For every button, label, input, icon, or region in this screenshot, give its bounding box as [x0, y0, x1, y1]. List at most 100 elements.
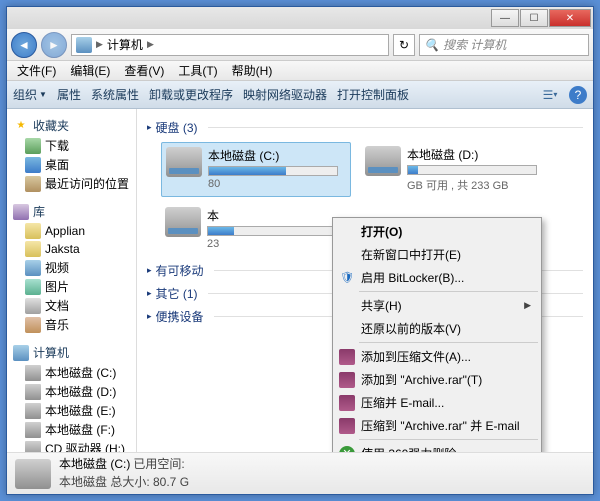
toolbar: 组织▼ 属性 系统属性 卸载或更改程序 映射网络驱动器 打开控制面板 ☰▾ ?: [7, 81, 593, 109]
sidebar-item-cd-drive[interactable]: CD 驱动器 (H:): [11, 439, 132, 452]
address-bar: ◄ ► ▶ 计算机 ▶ ↻ 🔍 搜索 计算机: [7, 29, 593, 61]
folder-icon: [25, 241, 41, 257]
navigation-pane: ★收藏夹 下载 桌面 最近访问的位置 库 Applian Jaksta 视频 图…: [7, 109, 137, 452]
titlebar: — ☐ ✕: [7, 7, 593, 29]
star-icon: ★: [13, 118, 29, 134]
usage-bar: [407, 165, 537, 175]
menu-view[interactable]: 查看(V): [118, 60, 170, 81]
organize-button[interactable]: 组织▼: [13, 86, 47, 103]
archive-icon: [339, 372, 355, 388]
library-icon: [13, 204, 29, 220]
chevron-right-icon: ▶: [147, 39, 154, 50]
pictures-icon: [25, 279, 41, 295]
computer-header[interactable]: 计算机: [11, 342, 132, 363]
sidebar-item-jaksta[interactable]: Jaksta: [11, 240, 132, 258]
ctx-restore[interactable]: 还原以前的版本(V): [335, 317, 539, 340]
breadcrumb-label: 计算机: [107, 36, 143, 53]
refresh-button[interactable]: ↻: [393, 34, 415, 56]
usage-bar: [208, 166, 338, 176]
view-mode-button[interactable]: ☰▾: [541, 86, 559, 104]
drive-free-text: 80: [208, 178, 346, 190]
drive-icon: [25, 384, 41, 400]
computer-icon: [13, 345, 29, 361]
sidebar-item-drive-e[interactable]: 本地磁盘 (E:): [11, 401, 132, 420]
properties-button[interactable]: 属性: [57, 86, 81, 103]
control-panel-button[interactable]: 打开控制面板: [337, 86, 409, 103]
ctx-360-delete[interactable]: ✕使用 360强力删除: [335, 442, 539, 452]
ctx-add-archive[interactable]: 添加到压缩文件(A)...: [335, 345, 539, 368]
sidebar-item-downloads[interactable]: 下载: [11, 136, 132, 155]
drive-icon: [15, 459, 51, 489]
section-hdd[interactable]: ▸硬盘 (3): [147, 119, 583, 136]
explorer-window: — ☐ ✕ ◄ ► ▶ 计算机 ▶ ↻ 🔍 搜索 计算机 文件(F) 编辑(E)…: [6, 6, 594, 495]
ctx-rar-email[interactable]: 压缩到 "Archive.rar" 并 E-mail: [335, 414, 539, 437]
drive-local2[interactable]: 本 23: [161, 203, 351, 254]
back-button[interactable]: ◄: [11, 32, 37, 58]
documents-icon: [25, 298, 41, 314]
folder-icon: [25, 223, 41, 239]
archive-icon: [339, 395, 355, 411]
sidebar-item-pictures[interactable]: 图片: [11, 277, 132, 296]
downloads-icon: [25, 138, 41, 154]
drive-icon: [365, 146, 401, 176]
system-properties-button[interactable]: 系统属性: [91, 86, 139, 103]
close-button[interactable]: ✕: [549, 9, 591, 27]
drive-icon: [25, 422, 41, 438]
breadcrumb[interactable]: ▶ 计算机 ▶: [71, 34, 389, 56]
chevron-right-icon: ▶: [524, 300, 531, 311]
sidebar-item-drive-f[interactable]: 本地磁盘 (F:): [11, 420, 132, 439]
search-placeholder: 搜索 计算机: [443, 36, 506, 53]
ctx-bitlocker[interactable]: 🛡启用 BitLocker(B)...: [335, 266, 539, 289]
ctx-open[interactable]: 打开(O): [335, 220, 539, 243]
sidebar-item-drive-d[interactable]: 本地磁盘 (D:): [11, 382, 132, 401]
sidebar-item-videos[interactable]: 视频: [11, 258, 132, 277]
menu-help[interactable]: 帮助(H): [226, 60, 279, 81]
forward-button[interactable]: ►: [41, 32, 67, 58]
status-line2: 本地磁盘 总大小: 80.7 G: [59, 475, 189, 489]
ctx-add-rar[interactable]: 添加到 "Archive.rar"(T): [335, 368, 539, 391]
drive-icon: [25, 365, 41, 381]
map-drive-button[interactable]: 映射网络驱动器: [243, 86, 327, 103]
360-icon: ✕: [339, 446, 355, 453]
desktop-icon: [25, 157, 41, 173]
ctx-email[interactable]: 压缩并 E-mail...: [335, 391, 539, 414]
drive-icon: [25, 403, 41, 419]
usage-bar: [207, 226, 337, 236]
music-icon: [25, 317, 41, 333]
sidebar-item-music[interactable]: 音乐: [11, 315, 132, 334]
sidebar-item-applian[interactable]: Applian: [11, 222, 132, 240]
menubar: 文件(F) 编辑(E) 查看(V) 工具(T) 帮助(H): [7, 61, 593, 81]
drive-c[interactable]: 本地磁盘 (C:) 80: [161, 142, 351, 197]
drive-icon: [165, 207, 201, 237]
minimize-button[interactable]: —: [491, 9, 519, 27]
favorites-header[interactable]: ★收藏夹: [11, 115, 132, 136]
body: ★收藏夹 下载 桌面 最近访问的位置 库 Applian Jaksta 视频 图…: [7, 109, 593, 452]
sidebar-item-recent[interactable]: 最近访问的位置: [11, 174, 132, 193]
status-bar: 本地磁盘 (C:) 已用空间: 本地磁盘 总大小: 80.7 G: [7, 452, 593, 494]
chevron-right-icon: ▶: [96, 39, 103, 50]
drive-d[interactable]: 本地磁盘 (D:) GB 可用 , 共 233 GB: [361, 142, 551, 197]
ctx-share[interactable]: 共享(H)▶: [335, 294, 539, 317]
recent-icon: [25, 176, 41, 192]
sidebar-item-drive-c[interactable]: 本地磁盘 (C:): [11, 363, 132, 382]
ctx-new-window[interactable]: 在新窗口中打开(E): [335, 243, 539, 266]
computer-icon: [76, 37, 92, 53]
drive-icon: [166, 147, 202, 177]
help-icon[interactable]: ?: [569, 86, 587, 104]
libraries-header[interactable]: 库: [11, 201, 132, 222]
uninstall-button[interactable]: 卸载或更改程序: [149, 86, 233, 103]
menu-file[interactable]: 文件(F): [11, 60, 62, 81]
archive-icon: [339, 418, 355, 434]
drive-name: 本地磁盘 (D:): [407, 146, 547, 163]
status-used-label: 已用空间:: [133, 457, 184, 471]
menu-tools[interactable]: 工具(T): [172, 60, 223, 81]
menu-edit[interactable]: 编辑(E): [64, 60, 116, 81]
videos-icon: [25, 260, 41, 276]
maximize-button[interactable]: ☐: [520, 9, 548, 27]
search-icon: 🔍: [424, 38, 439, 52]
cd-drive-icon: [25, 441, 41, 453]
search-input[interactable]: 🔍 搜索 计算机: [419, 34, 589, 56]
sidebar-item-documents[interactable]: 文档: [11, 296, 132, 315]
drive-free-text: 23: [207, 238, 347, 250]
sidebar-item-desktop[interactable]: 桌面: [11, 155, 132, 174]
